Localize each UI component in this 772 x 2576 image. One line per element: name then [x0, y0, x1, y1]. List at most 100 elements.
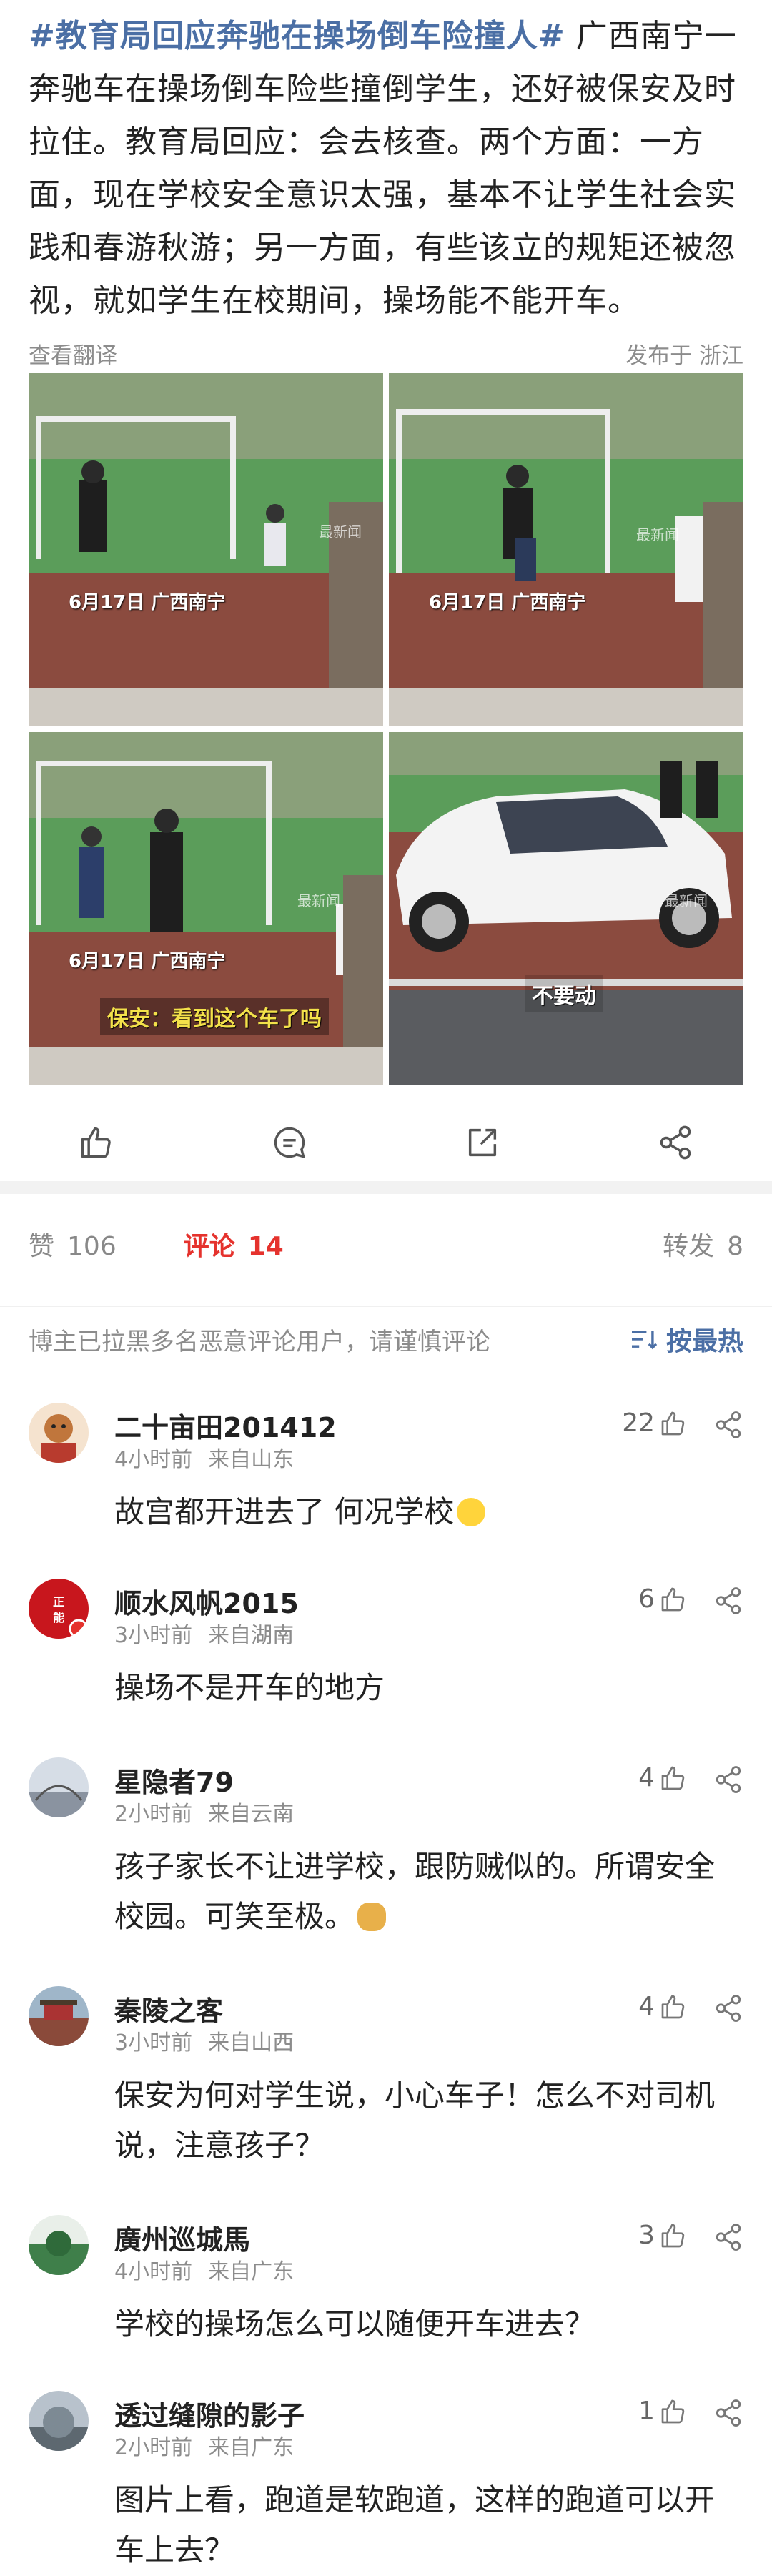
tab-comments-count: 14: [247, 1232, 284, 1261]
avatar[interactable]: 正能: [29, 1579, 89, 1639]
sort-toggle[interactable]: 按最热: [629, 1321, 743, 1358]
thumbs-up-icon: [661, 1995, 685, 2018]
comment-share-button[interactable]: [713, 1765, 743, 1797]
comment-like-button[interactable]: 4: [638, 1992, 688, 2021]
post-image-1[interactable]: 6月17日 广西南宁 最新闻: [29, 373, 383, 726]
comment-text: 孩子家长不让进学校，跟防贼似的。所谓安全校园。可笑至极。: [114, 1842, 743, 1942]
avatar[interactable]: [29, 1757, 89, 1817]
thumbs-up-icon: [661, 1587, 685, 1611]
share-icon: [716, 2224, 741, 2251]
avatar[interactable]: [29, 2391, 89, 2451]
post-image-4[interactable]: 不要动 最新闻: [389, 732, 743, 1085]
comment-meta: 2小时前 来自云南: [114, 1796, 294, 1827]
comment-share-button[interactable]: [713, 2222, 743, 2255]
comment-icon: [274, 1127, 305, 1158]
doge-emoji-icon: [357, 1903, 387, 1931]
comment-text-content: 故宫都开进去了 何况学校: [114, 1494, 455, 1529]
comment-text: 学校的操场怎么可以随便开车进去？: [114, 2306, 595, 2341]
comment-like-count: 4: [638, 1992, 655, 2021]
comment-meta: 4小时前 来自山东: [114, 1441, 294, 1473]
comment-text-content: 孩子家长不让进学校，跟防贼似的。所谓安全校园。可笑至极。: [114, 1849, 716, 1934]
hashtag-link[interactable]: #教育局回应奔驰在操场倒车险撞人#: [29, 18, 565, 54]
image-subtitle: 保安：看到这个车了吗: [100, 998, 329, 1035]
tab-comments-label: 评论: [183, 1232, 235, 1261]
post-image-2[interactable]: 6月17日 广西南宁 最新闻: [389, 373, 743, 726]
comment-meta: 4小时前 来自广东: [114, 2254, 294, 2285]
comment-like-button[interactable]: 1: [638, 2397, 688, 2426]
comment-like-button[interactable]: 22: [622, 1408, 688, 1438]
comment-location: 来自湖南: [208, 1623, 295, 1648]
tab-reposts-label: 转发: [663, 1232, 715, 1261]
comment-text: 图片上看，跑道是软跑道，这样的跑道可以开车上去？: [114, 2482, 716, 2567]
share-button[interactable]: [650, 1117, 701, 1168]
avatar[interactable]: [29, 1403, 89, 1463]
share-icon: [716, 1766, 741, 1793]
share-icon: [716, 2399, 741, 2427]
image-grid: 6月17日 广西南宁 最新闻 6月17日 广西南宁 最新闻 6月17日 广西南宁…: [29, 373, 743, 1087]
comment-like-count: 6: [638, 1584, 655, 1614]
sort-label: 按最热: [665, 1327, 743, 1356]
comment-meta: 2小时前 来自广东: [114, 2429, 294, 2461]
comment-meta: 3小时前 来自山西: [114, 2025, 294, 2056]
tab-comments[interactable]: 评论 14: [184, 1225, 284, 1263]
repost-icon: [468, 1128, 497, 1157]
comment-time: 3小时前: [114, 1623, 193, 1648]
avatar[interactable]: [29, 1986, 89, 2046]
comment-button[interactable]: [264, 1117, 315, 1168]
comment-share-button[interactable]: [713, 1586, 743, 1619]
comment-username[interactable]: 二十亩田201412: [114, 1406, 337, 1445]
comment-like-button[interactable]: 3: [638, 2221, 688, 2250]
comment-meta: 3小时前 来自湖南: [114, 1617, 294, 1649]
slightly-smiling-emoji-icon: [457, 1498, 486, 1526]
comment-location: 来自云南: [208, 1802, 295, 1827]
share-icon: [716, 1995, 741, 2022]
comment-username[interactable]: 顺水风帆2015: [114, 1581, 299, 1621]
comment-share-button[interactable]: [713, 2398, 743, 2431]
comment-location: 来自山东: [208, 1447, 295, 1472]
tab-likes-count: 106: [67, 1232, 117, 1261]
comment-time: 4小时前: [114, 1447, 193, 1472]
svg-text:正: 正: [53, 1595, 64, 1609]
comment-username[interactable]: 秦陵之客: [114, 1989, 223, 2028]
tab-likes[interactable]: 赞 106: [29, 1225, 117, 1263]
comment-time: 3小时前: [114, 2030, 193, 2056]
share-icon: [660, 1125, 691, 1160]
section-divider: [0, 1181, 772, 1194]
thumbs-up-icon: [661, 2399, 685, 2423]
blacklist-notice: 博主已拉黑多名恶意评论用户，请谨慎评论: [29, 1327, 490, 1356]
svg-text:能: 能: [53, 1611, 64, 1624]
comment-username[interactable]: 廣州巡城馬: [114, 2218, 250, 2257]
watermark: 最新闻: [297, 892, 340, 909]
comment-share-button[interactable]: [713, 1410, 743, 1443]
like-button[interactable]: [71, 1117, 122, 1168]
comment-text: 保安为何对学生说，小心车子！怎么不对司机说，注意孩子？: [114, 2078, 716, 2163]
comment-like-button[interactable]: 6: [638, 1584, 688, 1614]
image-caption: 6月17日 广西南宁: [69, 951, 226, 972]
comment-share-button[interactable]: [713, 1993, 743, 2026]
comment-username[interactable]: 星隐者79: [114, 1760, 234, 1800]
avatar[interactable]: [29, 2215, 89, 2275]
comment-text: 故宫都开进去了 何况学校: [114, 1487, 743, 1537]
comment-username[interactable]: 透过缝隙的影子: [114, 2394, 305, 2433]
post-meta: 查看翻译 发布于 浙江: [29, 335, 743, 372]
repost-button[interactable]: [457, 1117, 508, 1168]
image-caption: 6月17日 广西南宁: [69, 592, 226, 613]
thumbs-up-icon: [661, 1411, 685, 1435]
translate-link[interactable]: 查看翻译: [29, 337, 117, 370]
share-icon: [716, 1587, 741, 1614]
comment-like-button[interactable]: 4: [638, 1763, 688, 1792]
image-subtitle: 不要动: [525, 975, 603, 1012]
tab-reposts[interactable]: 转发 8: [663, 1225, 743, 1263]
post-content: 广西南宁一奔驰车在操场倒车险些撞倒学生，还好被保安及时拉住。教育局回应：会去核查…: [29, 18, 737, 319]
comment-location: 来自山西: [208, 2030, 295, 2056]
image-caption: 6月17日 广西南宁: [429, 592, 586, 613]
watermark: 最新闻: [636, 526, 679, 543]
publish-location: 发布于 浙江: [625, 342, 743, 369]
comment-text: 操场不是开车的地方: [114, 1670, 385, 1705]
share-icon: [716, 1411, 741, 1438]
post-image-3[interactable]: 6月17日 广西南宁 保安：看到这个车了吗 最新闻: [29, 732, 383, 1085]
comment-like-count: 4: [638, 1763, 655, 1792]
comment-like-count: 22: [622, 1408, 655, 1438]
thumbs-up-icon: [661, 2224, 685, 2247]
tab-reposts-count: 8: [727, 1232, 743, 1261]
